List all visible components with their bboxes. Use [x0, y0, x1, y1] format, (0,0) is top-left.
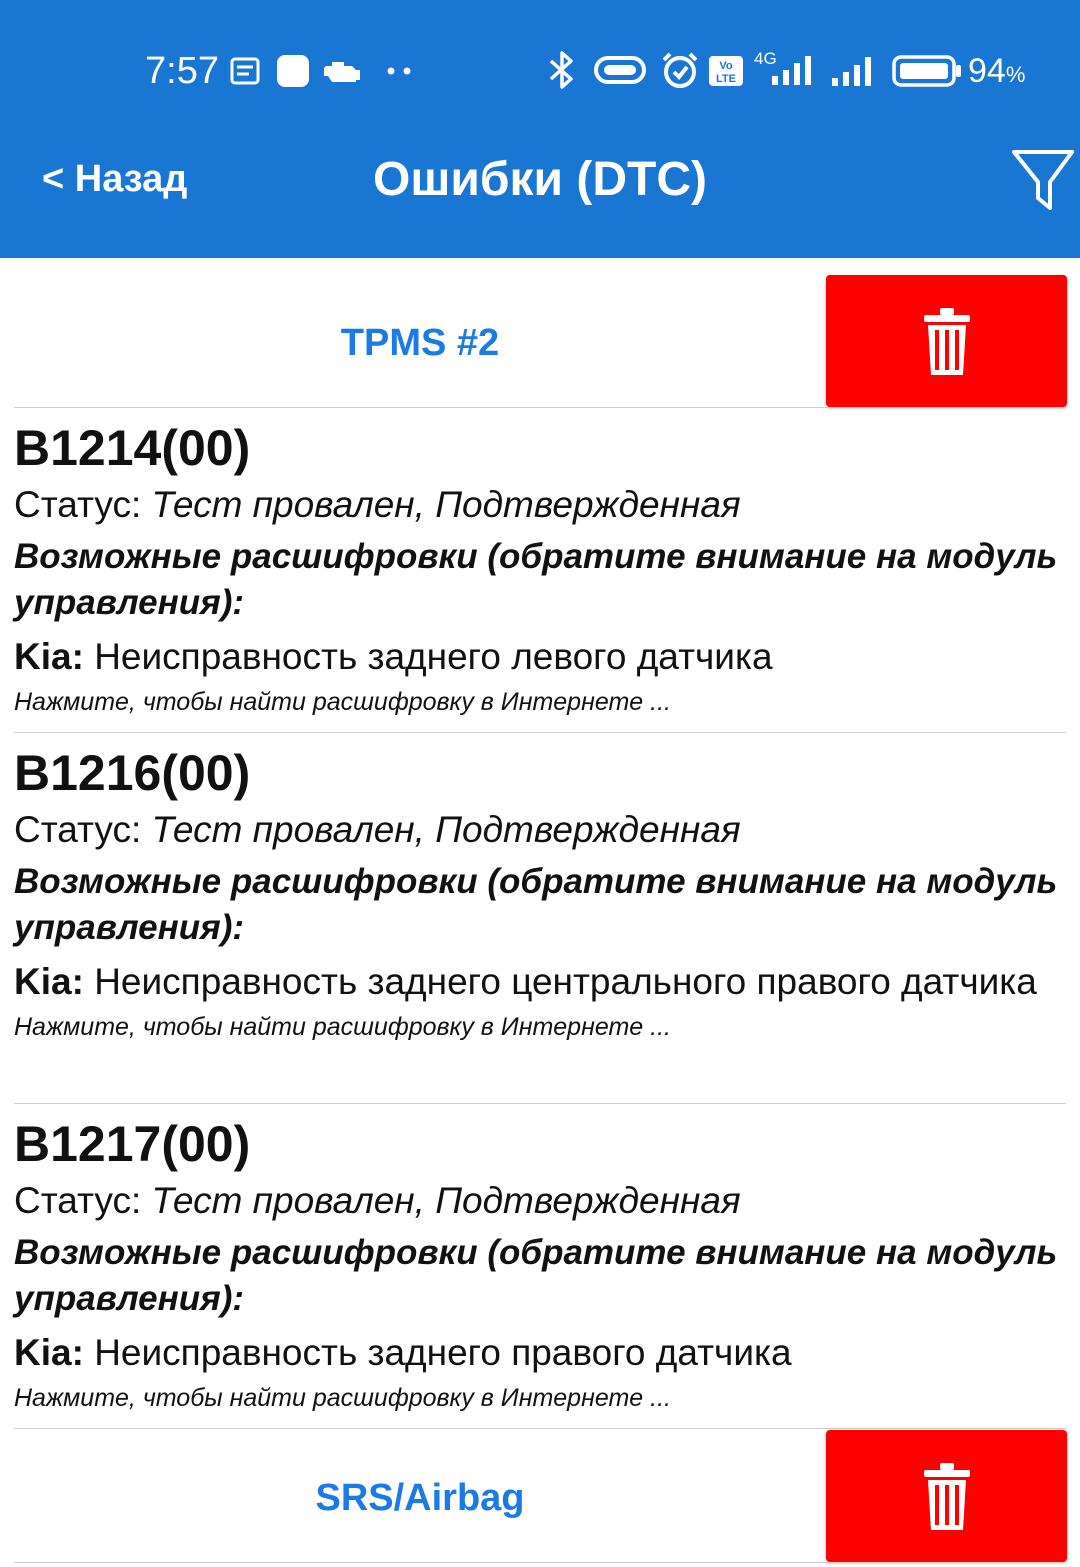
dtc-status: Статус: Тест провален, Подтвержденная — [14, 484, 741, 525]
divider — [14, 1428, 1066, 1429]
app-icon — [277, 55, 309, 87]
divider — [14, 732, 1066, 733]
dtc-search-link[interactable]: Нажмите, чтобы найти расшифровку в Интер… — [14, 686, 1066, 718]
delete-button[interactable] — [826, 275, 1067, 407]
delete-button[interactable] — [826, 1430, 1067, 1562]
dtc-hint-title: Возможные расшифровки (обратите внимание… — [14, 537, 1058, 622]
vpn-icon — [594, 56, 646, 84]
dtc-description: Kia: Неисправность заднего центрального … — [14, 961, 1037, 1002]
svg-text:Vo: Vo — [719, 60, 733, 72]
signal-icon — [832, 57, 871, 86]
svg-text:LTE: LTE — [716, 73, 736, 85]
battery-icon — [892, 55, 961, 87]
dtc-description: Kia: Неисправность заднего правого датчи… — [14, 1332, 792, 1373]
alarm-icon — [662, 52, 698, 88]
dtc-code: B1216(00) — [14, 745, 251, 801]
dtc-code: B1217(00) — [14, 1116, 251, 1172]
trash-icon — [924, 308, 970, 375]
trash-icon — [924, 1463, 970, 1530]
dtc-item[interactable]: B1214(00) Статус: Тест провален, Подтвер… — [14, 412, 1066, 718]
message-icon — [230, 57, 260, 85]
divider — [14, 407, 1066, 408]
module-header: TPMS #2 — [14, 275, 1067, 407]
dtc-status: Статус: Тест провален, Подтвержденная — [14, 809, 741, 850]
dtc-search-link[interactable]: Нажмите, чтобы найти расшифровку в Интер… — [14, 1011, 1066, 1043]
divider — [14, 1103, 1066, 1104]
battery-percent: 94% — [968, 52, 1026, 90]
dtc-status: Статус: Тест провален, Подтвержденная — [14, 1180, 741, 1221]
dtc-description: Kia: Неисправность заднего левого датчик… — [14, 636, 773, 677]
module-name[interactable]: TPMS #2 — [14, 275, 826, 407]
dtc-hint-title: Возможные расшифровки (обратите внимание… — [14, 1233, 1058, 1318]
divider — [14, 1562, 1066, 1563]
more-dots-icon — [387, 67, 411, 75]
status-time: 7:57 — [145, 50, 219, 92]
module-name[interactable]: SRS/Airbag — [14, 1430, 826, 1562]
dtc-item[interactable]: B1216(00) Статус: Тест провален, Подтвер… — [14, 737, 1066, 1043]
volte-icon: Vo LTE — [709, 56, 743, 86]
check-engine-icon — [324, 62, 360, 82]
dtc-search-link[interactable]: Нажмите, чтобы найти расшифровку в Интер… — [14, 1382, 1066, 1414]
page-title: Ошибки (DTC) — [373, 153, 707, 206]
bluetooth-icon — [549, 51, 573, 89]
dtc-hint-title: Возможные расшифровки (обратите внимание… — [14, 862, 1058, 947]
module-header: SRS/Airbag — [14, 1430, 1067, 1562]
signal-icon: 4G — [754, 49, 811, 85]
dtc-item[interactable]: B1217(00) Статус: Тест провален, Подтвер… — [14, 1108, 1066, 1414]
svg-text:4G: 4G — [754, 49, 777, 68]
dtc-code: B1214(00) — [14, 420, 251, 476]
filter-icon[interactable] — [1010, 146, 1076, 214]
app-bar: 7:57 Vo LTE 4G 94% < Назад Ошибки (DTC) — [0, 0, 1080, 258]
status-bar: 7:57 Vo LTE 4G 94% — [0, 0, 1080, 140]
